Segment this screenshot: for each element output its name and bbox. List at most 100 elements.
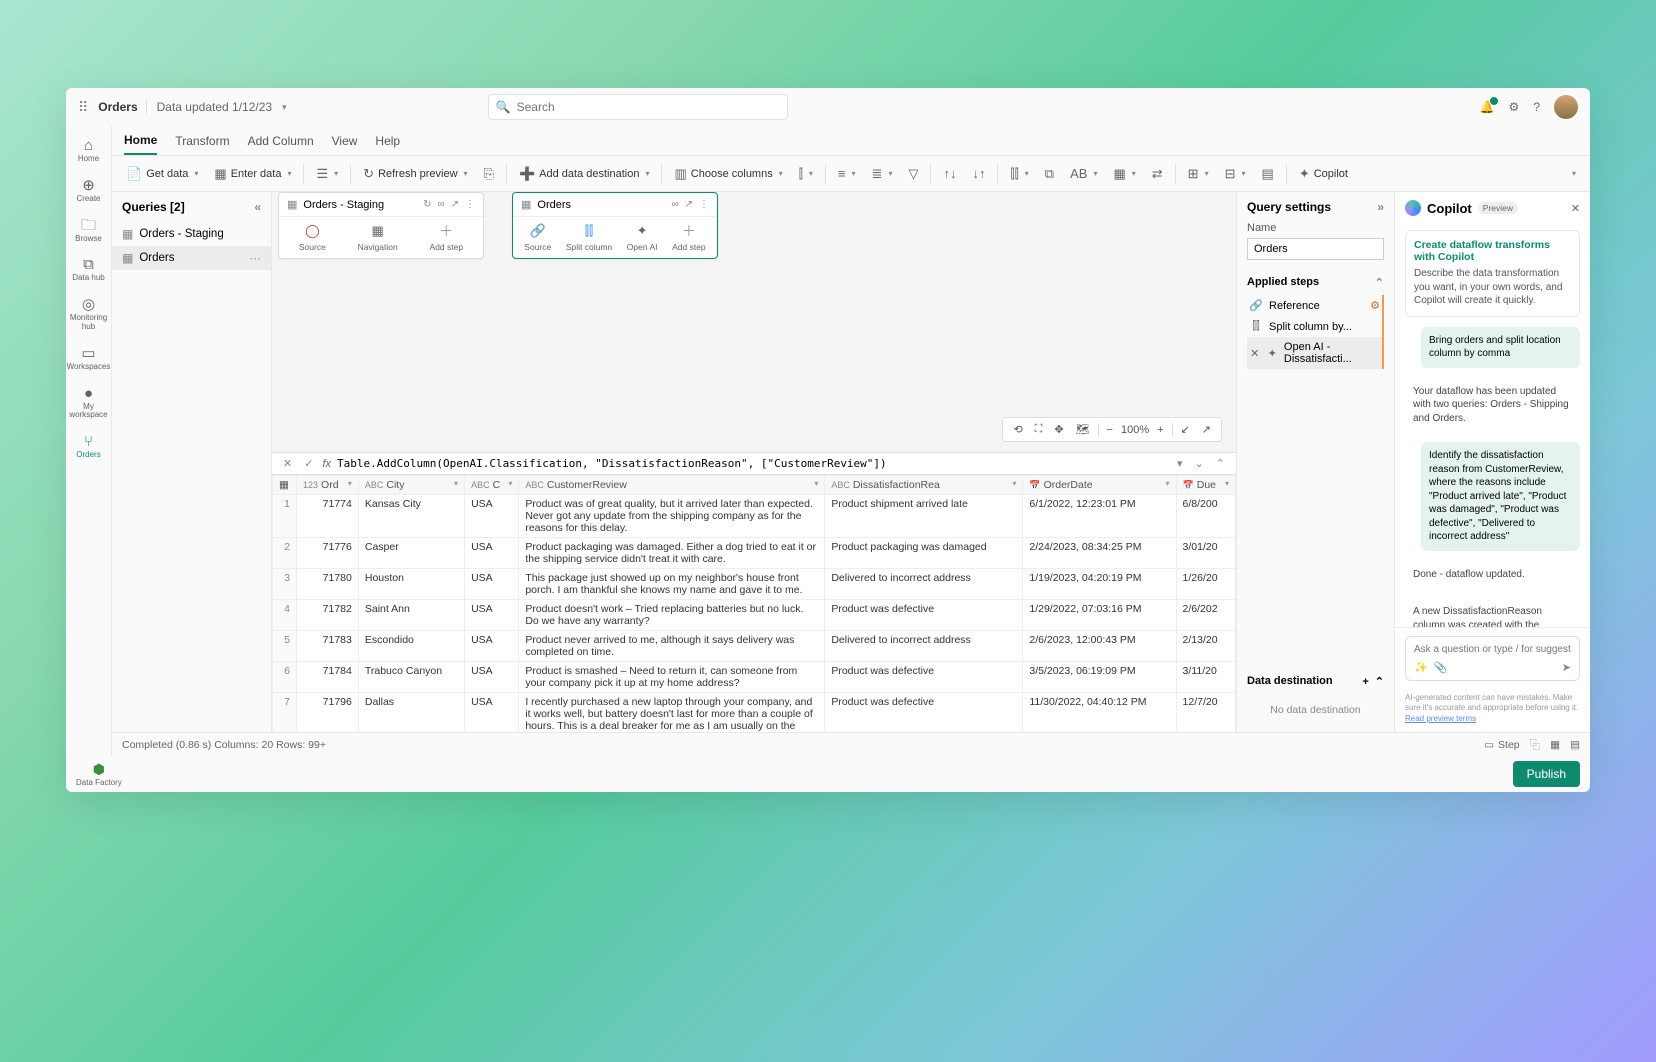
node-menu-icon[interactable]: ⋮	[465, 199, 475, 210]
table-row[interactable]: 371780HoustonUSAThis package just showed…	[273, 569, 1236, 600]
sparkle-icon[interactable]: ✨	[1414, 661, 1428, 674]
zoom-out-button[interactable]: −	[1103, 422, 1117, 438]
avatar[interactable]	[1554, 95, 1578, 119]
schema-view-icon[interactable]: ▦	[1550, 739, 1560, 751]
leftrail-item-workspaces[interactable]: ▭Workspaces	[66, 340, 112, 378]
table-row[interactable]: 271776CasperUSAProduct packaging was dam…	[273, 538, 1236, 569]
formula-dropdown-icon[interactable]: ▾	[1174, 457, 1186, 470]
add-destination-icon[interactable]: +	[1362, 676, 1368, 688]
help-icon[interactable]: ?	[1533, 100, 1540, 114]
preview-terms-link[interactable]: Read preview terms	[1405, 714, 1476, 723]
chevron-down-icon[interactable]: ▾	[282, 102, 287, 113]
step-view-button[interactable]: ▭ Step	[1484, 739, 1520, 751]
choose-columns-button[interactable]: ▥Choose columns▾	[668, 162, 788, 186]
zoom-map-icon[interactable]: 🗺	[1072, 421, 1094, 438]
data-factory-button[interactable]: ⬢Data Factory	[76, 761, 122, 787]
copilot-button[interactable]: ✦Copilot	[1293, 162, 1354, 186]
step-settings-icon[interactable]: ⚙	[1370, 299, 1380, 312]
data-type-button[interactable]: AB▾	[1064, 162, 1103, 185]
leftrail-item-monitoring-hub[interactable]: ◎Monitoring hub	[66, 291, 112, 338]
table-row[interactable]: 771796DallasUSAI recently purchased a ne…	[273, 693, 1236, 733]
toolbar-overflow-button[interactable]: ▾	[1564, 165, 1582, 182]
leftrail-item-orders[interactable]: ⑂Orders	[66, 428, 112, 466]
refresh-preview-button[interactable]: ↻Refresh preview▾	[357, 162, 473, 186]
send-icon[interactable]: ➤	[1562, 661, 1571, 674]
collapse-queries-icon[interactable]: «	[254, 200, 261, 214]
commit-formula-button[interactable]: ✓	[301, 457, 316, 470]
collapse-steps-icon[interactable]: ⌃	[1375, 276, 1384, 289]
data-grid[interactable]: ▦123Ord▾ABCCity▾ABCC▾ABCCustomerReview▾A…	[272, 475, 1236, 732]
column-header[interactable]: ABCCustomerReview▾	[519, 476, 825, 495]
combine-files-button[interactable]: ▤	[1256, 162, 1280, 186]
data-view-icon[interactable]: ▤	[1570, 739, 1580, 751]
data-updated-label[interactable]: Data updated 1/12/23	[157, 100, 272, 114]
append-queries-button[interactable]: ⊟▾	[1219, 162, 1252, 186]
column-header[interactable]: ABCC▾	[465, 476, 519, 495]
step-open-ai[interactable]: ✦Open AI	[627, 223, 658, 252]
copilot-input[interactable]	[1414, 644, 1571, 655]
tab-view[interactable]: View	[332, 128, 358, 154]
zoom-in-button[interactable]: +	[1153, 422, 1167, 438]
keep-rows-button[interactable]: ≡▾	[832, 162, 862, 185]
step-split-column[interactable]: ⫿⫿Split column	[566, 223, 612, 252]
remove-columns-button[interactable]: ⫿▾	[793, 162, 819, 186]
add-destination-button[interactable]: ➕Add data destination▾	[513, 162, 656, 186]
split-column-button[interactable]: ⫿⫿▾	[1004, 162, 1034, 186]
query-name-input[interactable]	[1247, 238, 1384, 260]
waffle-icon[interactable]: ⠿	[78, 99, 88, 116]
leftrail-item-home[interactable]: ⌂Home	[66, 132, 112, 170]
formula-input[interactable]	[337, 457, 1168, 470]
manage-button[interactable]: ⎘	[478, 162, 500, 186]
zoom-reset-icon[interactable]: ⟲	[1009, 421, 1026, 438]
query-item[interactable]: ▦Orders⋯	[112, 246, 271, 270]
merge-queries-button[interactable]: ⊞▾	[1182, 162, 1215, 186]
zoom-collapse-icon[interactable]: ↙	[1177, 421, 1194, 438]
tab-add-column[interactable]: Add Column	[248, 128, 314, 154]
use-first-row-button[interactable]: ▦▾	[1107, 162, 1141, 186]
applied-step[interactable]: ✕✦Open AI - Dissatisfacti...	[1247, 337, 1384, 369]
group-by-button[interactable]: ⧉	[1039, 162, 1060, 186]
formula-expand-down-icon[interactable]: ⌄	[1192, 457, 1207, 470]
node-link-icon[interactable]: ∞	[671, 199, 678, 210]
table-row[interactable]: 671784Trabuco CanyonUSAProduct is smashe…	[273, 662, 1236, 693]
tab-transform[interactable]: Transform	[175, 128, 229, 154]
leftrail-item-browse[interactable]: 🗀Browse	[66, 212, 112, 250]
diagram-view-icon[interactable]: ⿻	[1530, 737, 1541, 752]
node-orders[interactable]: ▦Orders∞↗⋮ 🔗Source ⫿⫿Split column ✦Open …	[512, 192, 718, 259]
attach-icon[interactable]: 📎	[1434, 661, 1448, 674]
tab-home[interactable]: Home	[124, 127, 157, 155]
add-step-button[interactable]: ＋Add step	[430, 223, 464, 252]
sort-asc-button[interactable]: ↑↓	[937, 162, 962, 185]
node-refresh-icon[interactable]: ↻	[423, 199, 431, 210]
node-orders-staging[interactable]: ▦Orders - Staging↻∞↗⋮ ◯Source ▦Navigatio…	[278, 192, 484, 259]
table-row[interactable]: 571783EscondidoUSAProduct never arrived …	[273, 631, 1236, 662]
filter-button[interactable]: ▽	[902, 162, 924, 186]
applied-step[interactable]: ⫿⫿Split column by...	[1247, 316, 1384, 337]
leftrail-item-my-workspace[interactable]: ●My workspace	[66, 380, 112, 427]
leftrail-item-create[interactable]: ⊕Create	[66, 172, 112, 210]
leftrail-item-data-hub[interactable]: ⧉Data hub	[66, 251, 112, 289]
publish-button[interactable]: Publish	[1513, 761, 1580, 787]
column-header[interactable]: 123Ord▾	[297, 476, 359, 495]
node-link-icon[interactable]: ∞	[437, 199, 444, 210]
add-step-button[interactable]: ＋Add step	[672, 223, 706, 252]
node-menu-icon[interactable]: ⋮	[699, 199, 709, 210]
sort-desc-button[interactable]: ↓↑	[966, 162, 991, 185]
table-row[interactable]: 171774Kansas CityUSAProduct was of great…	[273, 495, 1236, 538]
step-source[interactable]: 🔗Source	[524, 223, 551, 252]
column-header[interactable]: 📅Due▾	[1176, 476, 1235, 495]
enter-data-button[interactable]: ▦Enter data▾	[208, 162, 297, 186]
close-copilot-icon[interactable]: ✕	[1571, 202, 1580, 215]
collapse-settings-icon[interactable]: »	[1377, 200, 1384, 214]
remove-rows-button[interactable]: ≣▾	[866, 162, 899, 186]
collapse-dest-icon[interactable]: ⌃	[1375, 676, 1384, 688]
formula-expand-up-icon[interactable]: ⌃	[1213, 457, 1228, 470]
query-item[interactable]: ▦Orders - Staging	[112, 222, 271, 246]
search-input[interactable]	[488, 94, 788, 120]
options-button[interactable]: ☰▾	[310, 162, 344, 186]
step-source[interactable]: ◯Source	[299, 223, 326, 252]
zoom-expand-icon[interactable]: ↗	[1198, 421, 1215, 438]
node-collapse-icon[interactable]: ↗	[685, 199, 693, 210]
notifications-icon[interactable]: 🔔	[1480, 100, 1495, 114]
diagram-canvas[interactable]: ▦Orders - Staging↻∞↗⋮ ◯Source ▦Navigatio…	[272, 192, 1236, 452]
